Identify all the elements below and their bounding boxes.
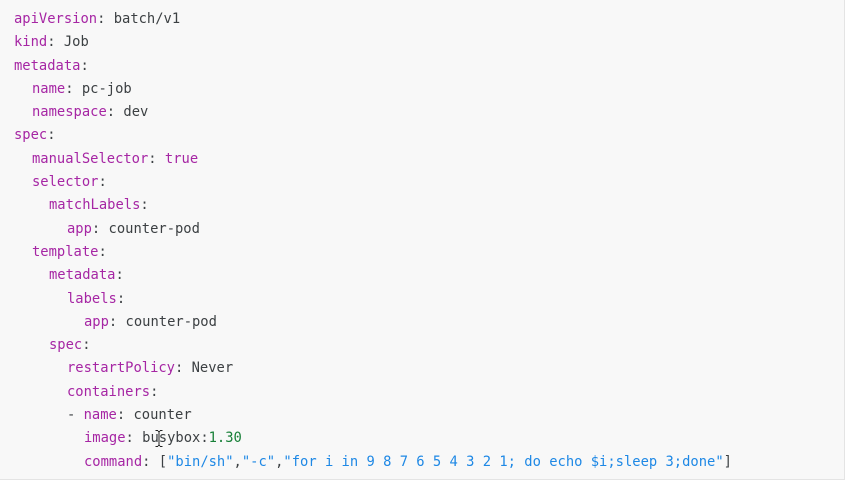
code-line-app: app: counter-pod — [67, 220, 200, 237]
yaml-key: command — [84, 453, 143, 470]
yaml-value: counter — [133, 407, 192, 424]
code-line-template-metadata: metadata: — [49, 267, 124, 284]
code-line-command: command: ["bin/sh","-c","for i in 9 8 7 … — [84, 453, 732, 470]
yaml-key: restartPolicy — [67, 360, 175, 377]
yaml-key: apiVersion — [14, 11, 98, 27]
yaml-key: spec — [49, 337, 83, 354]
yaml-key: app — [67, 220, 92, 237]
code-line-container-name: - name: counter — [67, 407, 192, 424]
code-line-restartpolicy: restartPolicy: Never — [67, 360, 234, 377]
yaml-key: namespace — [32, 104, 107, 121]
code-line-metadata: metadata: — [14, 57, 89, 74]
code-line-namespace: namespace: dev — [32, 104, 149, 121]
code-line-spec: spec: — [14, 127, 56, 144]
yaml-value: counter-pod — [125, 313, 217, 330]
yaml-value: dev — [123, 104, 149, 121]
yaml-string-value: "-c" — [241, 453, 276, 470]
yaml-string-value: "for i in 9 8 7 6 5 4 3 2 1; do echo $i;… — [283, 453, 724, 470]
text-cursor-icon-svg — [155, 430, 163, 447]
text-cursor-icon — [155, 430, 163, 447]
code-line-apiversion: apiVersion: batch/v1 — [14, 11, 181, 27]
yaml-code-block: apiVersion: batch/v1 kind: Job metadata:… — [0, 0, 845, 480]
yaml-value: batch/v1 — [113, 11, 181, 27]
yaml-key: image — [84, 430, 126, 447]
yaml-key: metadata — [49, 267, 116, 284]
code-line-template: template: — [32, 243, 107, 260]
code-line-selector: selector: — [32, 174, 107, 191]
yaml-key: name — [32, 80, 66, 97]
yaml-key: template — [32, 243, 99, 260]
bracket-open: [ — [158, 453, 168, 470]
yaml-value: counter-pod — [108, 220, 200, 237]
yaml-key: labels — [67, 290, 117, 307]
code-line-labels-app: app: counter-pod — [84, 313, 217, 330]
code-line-image: image: busybox:1.30 — [84, 430, 242, 447]
bracket-close: ] — [723, 453, 732, 470]
yaml-key: containers — [67, 383, 151, 400]
yaml-value: Job — [63, 34, 89, 51]
yaml-key: selector — [32, 174, 99, 191]
code-line-labels: labels: — [67, 290, 126, 307]
code-line-matchlabels: matchLabels: — [49, 197, 149, 214]
yaml-key: manualSelector — [32, 150, 149, 167]
yaml-key: name — [83, 407, 117, 424]
yaml-key: kind — [14, 34, 48, 51]
yaml-number-value: 1.30 — [208, 430, 242, 447]
code-line-name: name: pc-job — [32, 80, 132, 97]
yaml-boolean-value: true — [164, 150, 199, 167]
yaml-value: Never — [191, 360, 234, 377]
yaml-string-value: "bin/sh" — [167, 453, 234, 470]
yaml-key: matchLabels — [49, 197, 141, 214]
code-line-template-spec: spec: — [49, 337, 91, 354]
yaml-key: app — [84, 313, 109, 330]
yaml-key: metadata — [14, 57, 81, 74]
yaml-value: busybox: — [142, 430, 209, 447]
yaml-value: pc-job — [81, 80, 132, 97]
code-line-manualselector: manualSelector: true — [32, 150, 199, 167]
code-line-containers: containers: — [67, 383, 159, 400]
yaml-key: spec — [14, 127, 48, 144]
code-line-kind: kind: Job — [14, 34, 89, 51]
